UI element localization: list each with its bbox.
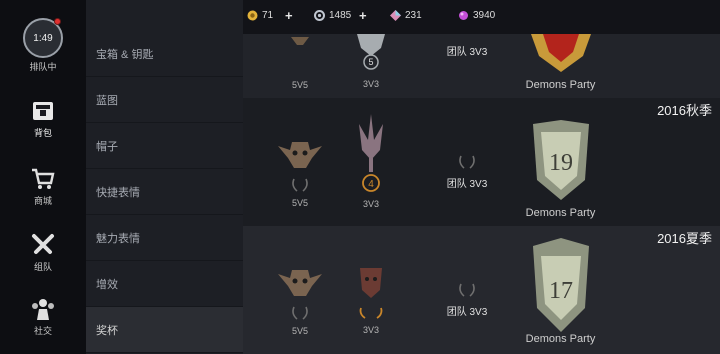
trophy-row: 5V5 5 3V3 团队 3V3 Demons Party xyxy=(243,34,720,98)
solo-label: 5V5 xyxy=(291,198,308,208)
solo-label: 5V5 xyxy=(291,80,308,90)
trio-count: 4 xyxy=(368,179,374,190)
notification-dot xyxy=(54,18,61,25)
menu-item-boosts[interactable]: 增效 xyxy=(86,261,243,307)
trophy-row: 2016秋季 5V5 4 3V3 团队 3V3 19 Demons Party xyxy=(243,98,720,226)
trident-trophy-icon: 4 xyxy=(359,114,383,192)
laurel-wreath-icon xyxy=(459,155,475,169)
team-trophy-cell: 团队 3V3 xyxy=(437,282,497,318)
trio-trophy-cell: 4 3V3 xyxy=(353,114,389,209)
people-icon xyxy=(32,299,54,320)
rank-number: 17 xyxy=(549,278,573,304)
queue-label: 排队中 xyxy=(29,62,57,72)
season-title: 2016夏季 xyxy=(657,231,712,246)
rail-label-team: 组队 xyxy=(33,262,52,272)
rail-label-social: 社交 xyxy=(33,326,52,336)
shopping-cart-icon xyxy=(32,168,55,189)
trio-label: 3V3 xyxy=(362,79,379,89)
gold-currency: 71 xyxy=(247,10,273,21)
trio-count: 5 xyxy=(368,57,373,67)
queue-timer-circle[interactable]: 1:49 xyxy=(23,18,63,58)
crystal-currency: 231 xyxy=(390,10,422,21)
party-label: Demons Party xyxy=(525,333,596,345)
shard-currency: 3940 xyxy=(458,10,495,21)
menu-item-trophies[interactable]: 奖杯 xyxy=(86,307,243,353)
gold-coin-icon xyxy=(247,10,258,21)
menu-item-blueprints[interactable]: 蓝图 xyxy=(86,77,243,123)
solo-trophy-cell: 5V5 xyxy=(283,34,317,90)
team-trophy-cell: 团队 3V3 xyxy=(437,154,497,190)
party-trophy-cell: Demons Party xyxy=(513,34,608,91)
team-label: 团队 3V3 xyxy=(446,179,488,190)
gear-gem-icon xyxy=(314,10,325,21)
rail-label-shop: 商城 xyxy=(33,196,52,206)
crossed-swords-icon xyxy=(32,234,54,254)
gold-amount: 71 xyxy=(262,10,274,21)
goblin-mask-icon xyxy=(278,270,322,296)
rank-number: 19 xyxy=(549,150,573,176)
trophy-list: 5V5 5 3V3 团队 3V3 Demons Party 2016秋季 5V5… xyxy=(243,34,720,354)
trophy-row: 2016夏季 5V5 3V3 团队 3V3 17 Demons Party xyxy=(243,226,720,354)
goblin-mask-icon xyxy=(278,142,322,168)
queue-timer-text: 1:49 xyxy=(33,32,53,44)
team-trophy-cell: 团队 3V3 xyxy=(437,43,497,58)
team-label: 团队 3V3 xyxy=(446,307,488,318)
crystal-icon xyxy=(390,10,401,21)
add-gems-button[interactable]: + xyxy=(359,8,367,23)
crystal-amount: 231 xyxy=(405,10,422,21)
trio-trophy-cell: 3V3 xyxy=(353,266,389,335)
laurel-wreath-icon xyxy=(459,283,475,297)
menu-item-quick-emotes[interactable]: 快捷表情 xyxy=(86,169,243,215)
rail-item-shop[interactable]: 商城 xyxy=(0,166,86,207)
gem-amount: 1485 xyxy=(329,10,352,21)
rank-shield-trophy-icon: 19 xyxy=(532,120,589,200)
queue-timer[interactable]: 1:49 排队中 xyxy=(0,18,86,73)
team-label: 团队 3V3 xyxy=(446,47,488,58)
menu-item-chests-keys[interactable]: 宝箱 & 钥匙 xyxy=(86,31,243,77)
add-gold-button[interactable]: + xyxy=(285,8,293,23)
rank-shield-trophy-icon: 17 xyxy=(532,238,589,332)
menu-item-charm-emotes[interactable]: 魅力表情 xyxy=(86,215,243,261)
solo-trophy-cell: 5V5 xyxy=(277,266,323,336)
rail-item-backpack[interactable]: 背包 xyxy=(0,98,86,139)
left-nav-rail: 1:49 排队中 背包 商城 组队 社交 xyxy=(0,0,86,354)
party-trophy-cell: 17 Demons Party xyxy=(513,238,608,345)
laurel-wreath-icon xyxy=(292,178,308,192)
season-title: 2016秋季 xyxy=(657,103,712,118)
category-menu: 宝箱 & 钥匙 蓝图 帽子 快捷表情 魅力表情 增效 奖杯 xyxy=(86,0,243,354)
skull-crown-trophy-icon: 5 xyxy=(357,34,385,70)
purple-orb-icon xyxy=(459,11,468,20)
demon-shield-trophy-icon xyxy=(530,34,591,72)
rail-label-backpack: 背包 xyxy=(33,128,52,138)
rail-item-team[interactable]: 组队 xyxy=(0,232,86,273)
solo-trophy-cell: 5V5 xyxy=(277,138,323,208)
trio-trophy-cell: 5 3V3 xyxy=(351,34,391,89)
laurel-wreath-icon xyxy=(292,306,308,320)
gem-currency: 1485 xyxy=(314,10,351,21)
party-label: Demons Party xyxy=(525,207,596,219)
demon-face-trophy-icon xyxy=(359,268,383,319)
party-label: Demons Party xyxy=(525,79,596,91)
backpack-icon xyxy=(33,102,53,120)
rail-item-social[interactable]: 社交 xyxy=(0,296,86,337)
trio-label: 3V3 xyxy=(362,199,379,209)
party-trophy-cell: 19 Demons Party xyxy=(513,120,608,219)
menu-item-hats[interactable]: 帽子 xyxy=(86,123,243,169)
shard-amount: 3940 xyxy=(473,10,496,21)
goblin-mask-icon xyxy=(291,37,309,45)
trio-label: 3V3 xyxy=(362,325,379,335)
currency-bar: 71 + 1485 + 231 3940 xyxy=(243,0,720,34)
solo-label: 5V5 xyxy=(291,326,308,336)
